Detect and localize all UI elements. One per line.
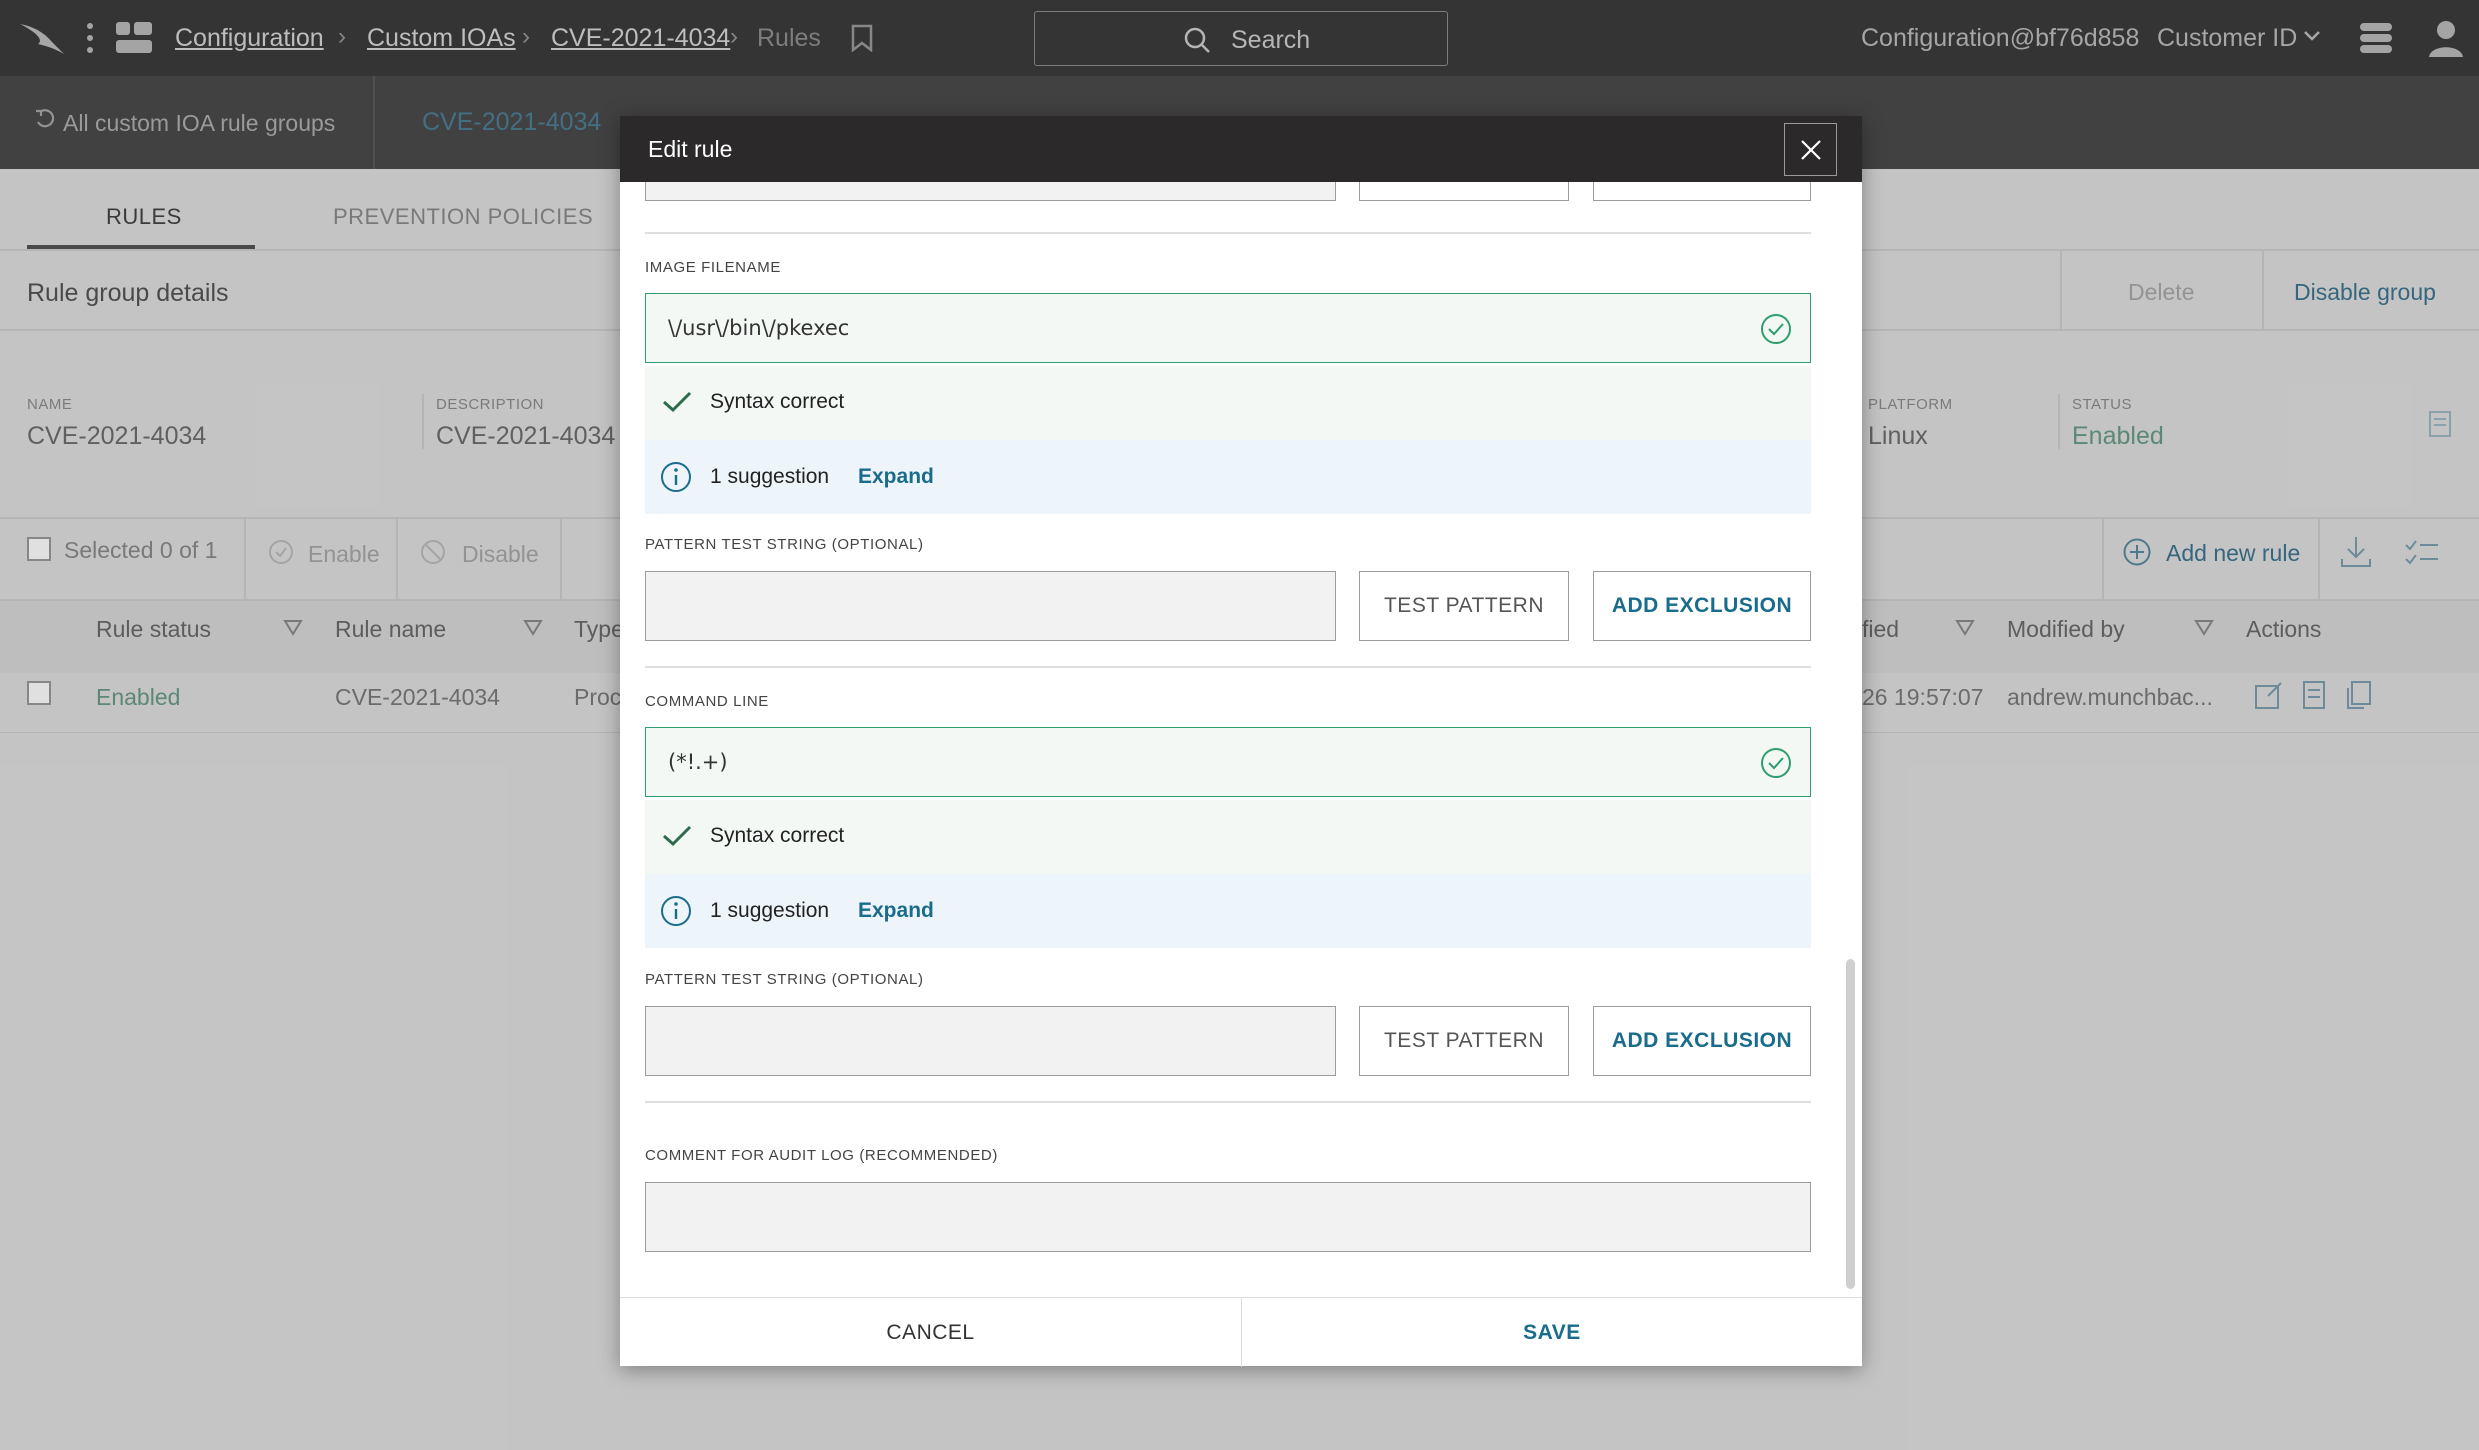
syntax-status-row: Syntax correct (645, 800, 1811, 874)
divider (645, 232, 1811, 234)
test-pattern-button[interactable]: TEST PATTERN (1359, 1006, 1569, 1076)
close-icon (1800, 139, 1822, 161)
valid-check-icon (1760, 747, 1792, 779)
modal-title: Edit rule (648, 136, 733, 162)
image-filename-value: \/usr\/bin\/pkexec (668, 316, 850, 340)
modal-header: Edit rule (620, 116, 1862, 182)
pattern-test-input[interactable] (645, 571, 1336, 641)
divider (645, 1101, 1811, 1103)
command-line-field[interactable]: (*!.+) (645, 727, 1811, 797)
add-exclusion-button-partial[interactable] (1593, 182, 1811, 201)
edit-rule-modal: Edit rule IMAGE FILENAME \/usr\/bin\/pke… (620, 116, 1862, 1367)
checkmark-icon (662, 824, 692, 848)
syntax-status-text: Syntax correct (710, 390, 845, 413)
close-button[interactable] (1784, 123, 1837, 176)
syntax-status-text: Syntax correct (710, 824, 845, 847)
suggestion-row: 1 suggestion Expand (645, 440, 1811, 514)
save-button[interactable]: SAVE (1241, 1298, 1862, 1367)
divider (645, 666, 1811, 668)
suggestion-row: 1 suggestion Expand (645, 874, 1811, 948)
cancel-button[interactable]: CANCEL (620, 1298, 1241, 1367)
valid-check-icon (1760, 313, 1792, 345)
modal-footer: CANCEL SAVE (620, 1297, 1862, 1367)
comment-input[interactable] (645, 1182, 1811, 1252)
suggestion-text: 1 suggestion (710, 899, 830, 922)
pattern-test-label: PATTERN TEST STRING (OPTIONAL) (645, 536, 924, 553)
pattern-test-input[interactable] (645, 1006, 1336, 1076)
command-line-label: COMMAND LINE (645, 693, 769, 710)
test-pattern-button-partial[interactable] (1359, 182, 1569, 201)
info-icon (660, 895, 692, 927)
expand-link[interactable]: Expand (858, 899, 934, 923)
command-line-value: (*!.+) (668, 750, 728, 774)
pattern-test-input-partial[interactable] (645, 182, 1336, 201)
scrollbar-thumb[interactable] (1846, 959, 1855, 1289)
syntax-status-row: Syntax correct (645, 366, 1811, 440)
test-pattern-button[interactable]: TEST PATTERN (1359, 571, 1569, 641)
add-exclusion-button[interactable]: ADD EXCLUSION (1593, 571, 1811, 641)
comment-label: COMMENT FOR AUDIT LOG (RECOMMENDED) (645, 1147, 998, 1164)
pattern-test-label: PATTERN TEST STRING (OPTIONAL) (645, 971, 924, 988)
expand-link[interactable]: Expand (858, 465, 934, 489)
image-filename-label: IMAGE FILENAME (645, 259, 781, 276)
image-filename-field[interactable]: \/usr\/bin\/pkexec (645, 293, 1811, 363)
checkmark-icon (662, 390, 692, 414)
info-icon (660, 461, 692, 493)
add-exclusion-button[interactable]: ADD EXCLUSION (1593, 1006, 1811, 1076)
suggestion-text: 1 suggestion (710, 465, 830, 488)
